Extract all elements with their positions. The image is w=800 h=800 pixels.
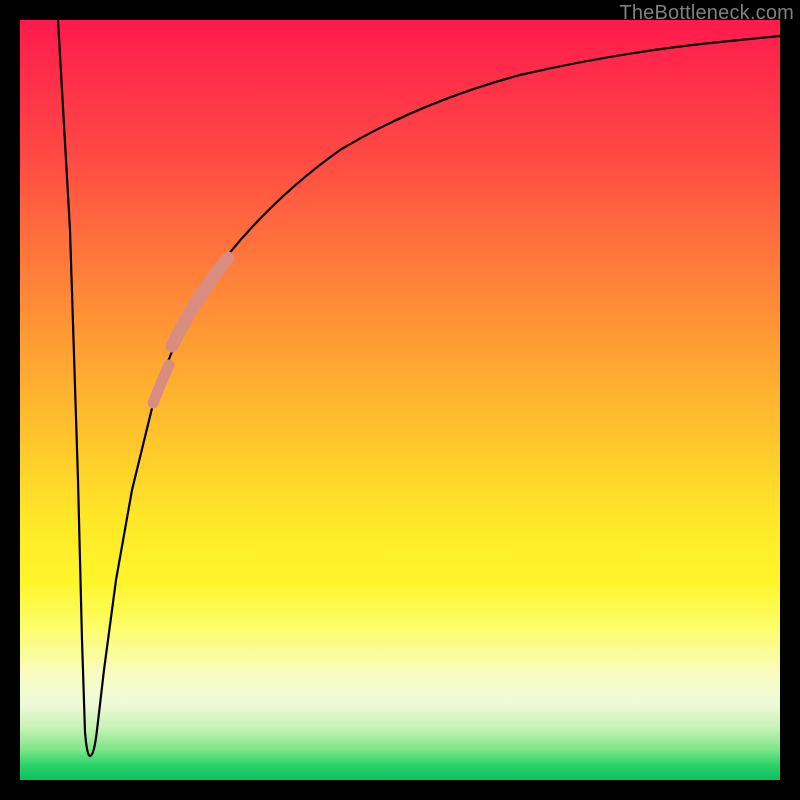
bottleneck-curve <box>58 20 780 756</box>
chart-frame: TheBottleneck.com <box>0 0 800 800</box>
watermark-text: TheBottleneck.com <box>619 2 794 25</box>
plot-area <box>20 20 780 780</box>
chart-svg <box>20 20 780 780</box>
highlight-upper <box>172 258 228 346</box>
highlight-lower <box>153 365 169 403</box>
